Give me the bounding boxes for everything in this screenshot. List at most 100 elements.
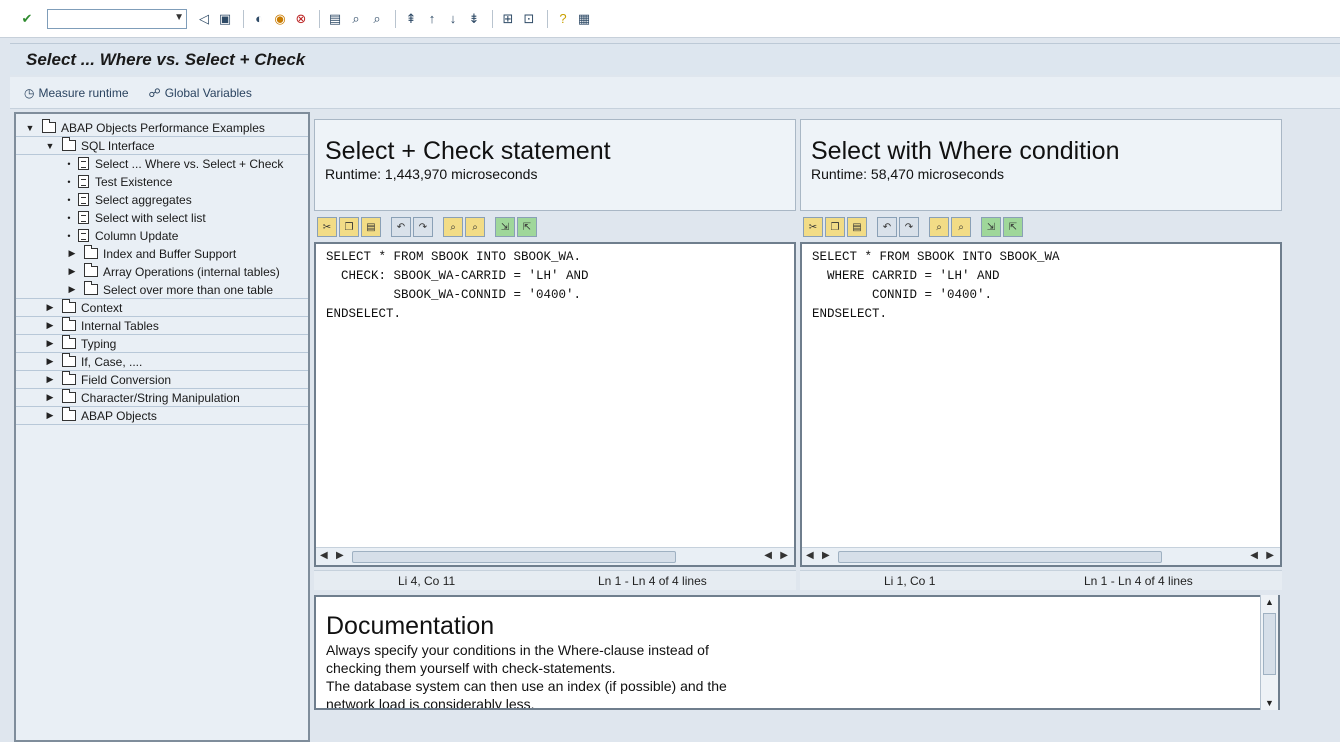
- download-icon[interactable]: ⇲: [981, 217, 1001, 237]
- right-code-text[interactable]: SELECT * FROM SBOOK INTO SBOOK_WA WHERE …: [802, 244, 1280, 324]
- collapsed-triangle-icon[interactable]: ▶: [44, 410, 56, 421]
- customize-layout-icon[interactable]: ▦: [575, 10, 593, 28]
- tree-node-label: SQL Interface: [81, 138, 155, 153]
- command-field[interactable]: ▼: [47, 8, 187, 29]
- tree-node-if-case[interactable]: ▶ If, Case, ....: [16, 353, 308, 371]
- print-icon[interactable]: ▤: [326, 10, 344, 28]
- cut-icon[interactable]: ✂: [317, 217, 337, 237]
- measure-runtime-button[interactable]: ◷ Measure runtime: [24, 86, 129, 100]
- main-area: Select + Check statement Runtime: 1,443,…: [312, 112, 1340, 742]
- last-page-icon[interactable]: ⇟: [465, 10, 483, 28]
- scroll-down-icon[interactable]: ▼: [1265, 698, 1274, 708]
- cut-icon[interactable]: ✂: [803, 217, 823, 237]
- scroll-up-icon[interactable]: ▲: [1265, 597, 1274, 607]
- tree-node-root[interactable]: ▼ ABAP Objects Performance Examples: [16, 119, 308, 137]
- undo-icon[interactable]: ↶: [877, 217, 897, 237]
- collapsed-triangle-icon[interactable]: ▶: [44, 338, 56, 349]
- tree-node-field-conversion[interactable]: ▶ Field Conversion: [16, 371, 308, 389]
- scroll-left-icon[interactable]: ◀: [764, 550, 772, 561]
- page-title: Select ... Where vs. Select + Check: [26, 49, 306, 69]
- vertical-scrollbar[interactable]: ▲ ▼: [1260, 595, 1278, 710]
- scrollbar-thumb[interactable]: [352, 551, 676, 563]
- back-arrow-icon[interactable]: ◁: [195, 10, 213, 28]
- tree-node-context[interactable]: ▶ Context: [16, 299, 308, 317]
- chevron-down-icon[interactable]: ▼: [174, 12, 184, 23]
- tree-node-index-buffer[interactable]: ▶ Index and Buffer Support: [16, 245, 308, 263]
- enter-check-icon[interactable]: ✔: [18, 10, 36, 28]
- collapsed-triangle-icon[interactable]: ▶: [44, 356, 56, 367]
- scroll-left-icon[interactable]: ◀: [1250, 550, 1258, 561]
- collapsed-triangle-icon[interactable]: ▶: [44, 320, 56, 331]
- tree-node-label: Character/String Manipulation: [81, 390, 240, 405]
- scroll-right-icon[interactable]: ▶: [780, 550, 788, 561]
- redo-icon[interactable]: ↷: [413, 217, 433, 237]
- tree-node-abap-objects[interactable]: ▶ ABAP Objects: [16, 407, 308, 425]
- bullet-icon: •: [67, 158, 71, 169]
- tree-leaf-column-update[interactable]: • Column Update: [16, 227, 308, 245]
- expanded-triangle-icon[interactable]: ▼: [24, 123, 36, 133]
- download-icon[interactable]: ⇲: [495, 217, 515, 237]
- application-toolbar: ◷ Measure runtime ☍ Global Variables: [10, 77, 1340, 109]
- collapsed-triangle-icon[interactable]: ▶: [66, 266, 78, 277]
- left-code-text[interactable]: SELECT * FROM SBOOK INTO SBOOK_WA. CHECK…: [316, 244, 794, 324]
- upload-icon[interactable]: ⇱: [1003, 217, 1023, 237]
- redo-icon[interactable]: ↷: [899, 217, 919, 237]
- tree-node-label: Internal Tables: [81, 318, 159, 333]
- left-code-editor[interactable]: SELECT * FROM SBOOK INTO SBOOK_WA. CHECK…: [314, 242, 796, 567]
- scroll-left-icon[interactable]: ◀: [806, 550, 814, 561]
- navigation-tree: ▼ ABAP Objects Performance Examples ▼ SQ…: [14, 112, 310, 742]
- shortcut-icon[interactable]: ⊡: [520, 10, 538, 28]
- collapsed-triangle-icon[interactable]: ▶: [44, 374, 56, 385]
- paste-icon[interactable]: ▤: [361, 217, 381, 237]
- exit-icon[interactable]: ◉: [271, 10, 289, 28]
- collapsed-triangle-icon[interactable]: ▶: [44, 392, 56, 403]
- back-icon[interactable]: ◐: [250, 10, 268, 28]
- right-code-editor[interactable]: SELECT * FROM SBOOK INTO SBOOK_WA WHERE …: [800, 242, 1282, 567]
- collapsed-triangle-icon[interactable]: ▶: [44, 302, 56, 313]
- tree-node-select-over-tables[interactable]: ▶ Select over more than one table: [16, 281, 308, 299]
- scroll-right-icon[interactable]: ▶: [336, 550, 344, 561]
- new-session-icon[interactable]: ⊞: [499, 10, 517, 28]
- undo-icon[interactable]: ↶: [391, 217, 411, 237]
- find-icon[interactable]: ⌕: [929, 217, 949, 237]
- horizontal-scrollbar[interactable]: ◀ ▶ ◀ ▶: [802, 547, 1280, 565]
- folder-icon: [84, 281, 98, 295]
- find-icon[interactable]: ⌕: [443, 217, 463, 237]
- horizontal-scrollbar[interactable]: ◀ ▶ ◀ ▶: [316, 547, 794, 565]
- tree-node-character-string[interactable]: ▶ Character/String Manipulation: [16, 389, 308, 407]
- next-page-icon[interactable]: ↓: [444, 10, 462, 28]
- scroll-right-icon[interactable]: ▶: [822, 550, 830, 561]
- collapsed-triangle-icon[interactable]: ▶: [66, 248, 78, 259]
- find-next-icon[interactable]: ⌕: [368, 10, 386, 28]
- tree-leaf-select-aggregates[interactable]: • Select aggregates: [16, 191, 308, 209]
- toolbar-separator: [395, 9, 396, 28]
- tree-node-sql-interface[interactable]: ▼ SQL Interface: [16, 137, 308, 155]
- tree-leaf-test-existence[interactable]: • Test Existence: [16, 173, 308, 191]
- collapsed-triangle-icon[interactable]: ▶: [66, 284, 78, 295]
- tree-node-typing[interactable]: ▶ Typing: [16, 335, 308, 353]
- find-icon[interactable]: ⌕: [347, 10, 365, 28]
- scrollbar-thumb[interactable]: [838, 551, 1162, 563]
- find-next-icon[interactable]: ⌕: [465, 217, 485, 237]
- scroll-right-icon[interactable]: ▶: [1266, 550, 1274, 561]
- paste-icon[interactable]: ▤: [847, 217, 867, 237]
- expanded-triangle-icon[interactable]: ▼: [44, 141, 56, 151]
- copy-icon[interactable]: ❐: [339, 217, 359, 237]
- find-next-icon[interactable]: ⌕: [951, 217, 971, 237]
- tree-node-array-operations[interactable]: ▶ Array Operations (internal tables): [16, 263, 308, 281]
- copy-icon[interactable]: ❐: [825, 217, 845, 237]
- global-variables-button[interactable]: ☍ Global Variables: [149, 86, 252, 100]
- cancel-icon[interactable]: ⊗: [292, 10, 310, 28]
- tree-node-internal-tables[interactable]: ▶ Internal Tables: [16, 317, 308, 335]
- tree-leaf-select-where[interactable]: • Select ... Where vs. Select + Check: [16, 155, 308, 173]
- right-editor-toolbar: ✂ ❐ ▤ ↶ ↷ ⌕ ⌕ ⇲ ⇱: [800, 214, 1025, 240]
- tree-leaf-select-list[interactable]: • Select with select list: [16, 209, 308, 227]
- previous-page-icon[interactable]: ↑: [423, 10, 441, 28]
- scroll-left-icon[interactable]: ◀: [320, 550, 328, 561]
- save-icon[interactable]: ▣: [216, 10, 234, 28]
- folder-icon: [62, 389, 76, 403]
- upload-icon[interactable]: ⇱: [517, 217, 537, 237]
- help-icon[interactable]: ?: [554, 10, 572, 28]
- first-page-icon[interactable]: ⇞: [402, 10, 420, 28]
- scrollbar-thumb[interactable]: [1263, 613, 1276, 675]
